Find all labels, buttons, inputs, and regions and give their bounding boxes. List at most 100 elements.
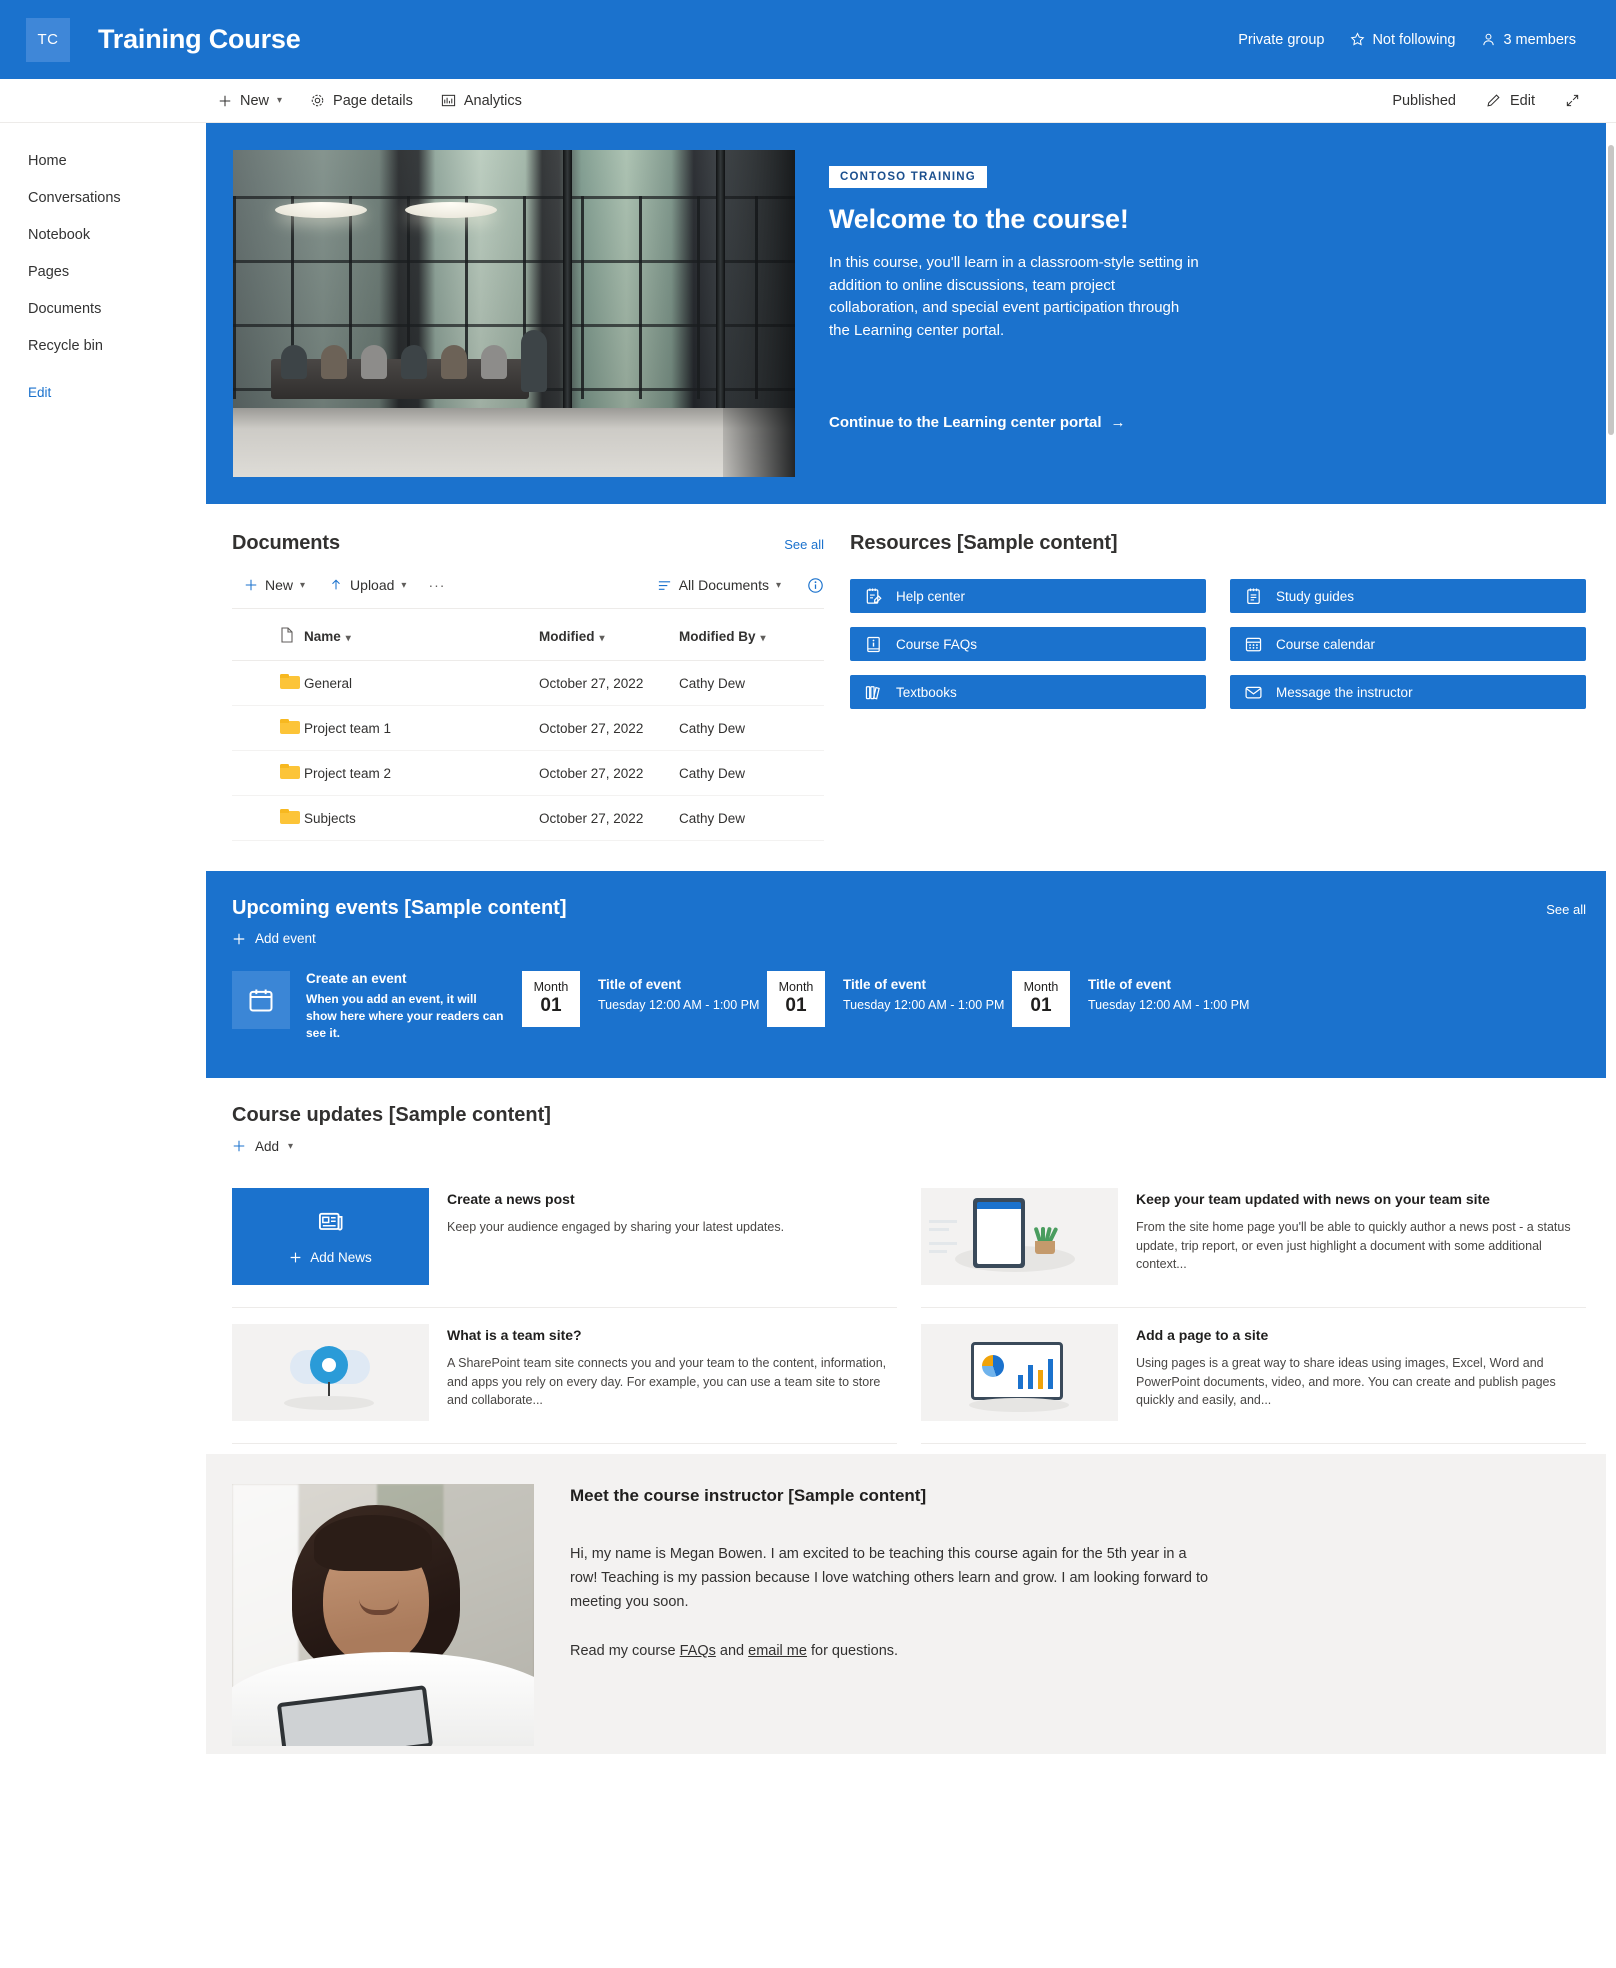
sidebar-item-recycle-bin[interactable]: Recycle bin [0,328,206,365]
news-card[interactable]: What is a team site? A SharePoint team s… [232,1308,897,1444]
resource-study-guides-button[interactable]: Study guides [1230,579,1586,613]
add-news-tile[interactable]: Add News [232,1188,429,1285]
event-card[interactable]: Month 01 Title of event Tuesday 12:00 AM… [767,970,1012,1027]
row-modified-by: Cathy Dew [679,795,824,841]
command-bar-left: New ▾ Page details Analytics [206,87,534,115]
events-see-all-link[interactable]: See all [1546,902,1586,917]
scrollbar-track[interactable] [1606,123,1616,1967]
table-row[interactable]: Subjects October 27, 2022 Cathy Dew [232,795,824,841]
site-logo[interactable]: TC [26,17,70,62]
faqs-link[interactable]: FAQs [680,1643,716,1659]
column-modified-by[interactable]: Modified By ▾ [679,613,824,661]
gear-icon [310,93,325,108]
row-folder-icon-cell [232,795,304,841]
documents-more-button[interactable]: ··· [418,577,455,593]
event-title: Title of event [843,976,927,992]
folder-icon [280,674,300,689]
resource-textbooks-button[interactable]: Textbooks [850,675,1206,709]
resource-message-instructor-button[interactable]: Message the instructor [1230,675,1586,709]
documents-see-all-link[interactable]: See all [784,537,824,552]
sidebar-item-documents[interactable]: Documents [0,291,206,328]
event-time: Tuesday 12:00 AM - 1:00 PM [1088,997,1250,1012]
event-title: Title of event [1088,976,1172,992]
sidebar-item-home[interactable]: Home [0,143,206,180]
info-icon[interactable] [807,577,824,594]
create-event-card[interactable]: Create an event When you add an event, i… [232,970,522,1042]
edit-button[interactable]: Edit [1474,87,1547,115]
folder-icon [280,764,300,779]
analytics-button[interactable]: Analytics [429,87,534,115]
new-button[interactable]: New ▾ [206,87,294,115]
add-event-button[interactable]: Add event [232,931,316,946]
instructor-footer-suffix: for questions. [806,1643,899,1659]
resource-label: Textbooks [896,684,957,700]
news-card[interactable]: Add News Create a news post Keep your au… [232,1172,897,1308]
header-right-group: Private group Not following 3 members [1238,32,1590,48]
site-header: TC Training Course Private group Not fol… [0,0,1616,79]
table-row[interactable]: Project team 1 October 27, 2022 Cathy De… [232,705,824,751]
documents-view-switcher[interactable]: All Documents ▾ [645,571,793,599]
calendar-placeholder-icon [232,970,290,1029]
documents-upload-button[interactable]: Upload ▾ [317,571,418,599]
chevron-down-icon: ▾ [277,95,283,106]
row-modified: October 27, 2022 [539,750,679,796]
event-month: Month [533,980,569,994]
table-row[interactable]: General October 27, 2022 Cathy Dew [232,660,824,706]
add-news-button[interactable]: Add News [289,1250,372,1265]
table-row[interactable]: Project team 2 October 27, 2022 Cathy De… [232,750,824,796]
row-modified: October 27, 2022 [539,660,679,706]
left-navigation: Home Conversations Notebook Pages Docume… [0,123,206,1967]
pencil-icon [1486,93,1501,108]
edit-label: Edit [1510,92,1535,109]
row-name[interactable]: Subjects [304,795,539,841]
event-time: Tuesday 12:00 AM - 1:00 PM [598,997,760,1012]
event-card[interactable]: Month 01 Title of event Tuesday 12:00 AM… [522,970,767,1027]
plus-icon [244,578,258,592]
hero-cta-link[interactable]: Continue to the Learning center portal → [829,414,1126,431]
resource-label: Help center [896,588,966,604]
event-card[interactable]: Month 01 Title of event Tuesday 12:00 AM… [1012,970,1257,1027]
news-card-description: A SharePoint team site connects you and … [447,1356,887,1407]
event-time: Tuesday 12:00 AM - 1:00 PM [843,997,1005,1012]
event-day: 01 [1030,995,1052,1016]
chevron-down-icon: ▾ [288,1140,294,1152]
column-name[interactable]: Name ▾ [304,613,539,661]
documents-new-button[interactable]: New ▾ [232,571,317,599]
news-thumbnail-tablet [921,1188,1118,1285]
sidebar-item-pages[interactable]: Pages [0,254,206,291]
books-icon [864,683,883,702]
news-add-button[interactable]: Add ▾ [232,1139,293,1154]
chevron-down-icon: ▾ [401,579,407,591]
sidebar-item-notebook[interactable]: Notebook [0,217,206,254]
hero-cta-label: Continue to the Learning center portal [829,414,1102,431]
chevron-down-icon: ▾ [300,579,306,591]
follow-button[interactable]: Not following [1350,32,1455,48]
resource-help-center-button[interactable]: Help center [850,579,1206,613]
sidebar-edit-link[interactable]: Edit [0,365,206,411]
row-name[interactable]: Project team 1 [304,705,539,751]
row-name[interactable]: General [304,660,539,706]
row-name[interactable]: Project team 2 [304,750,539,796]
resource-course-faqs-button[interactable]: Course FAQs [850,627,1206,661]
resource-course-calendar-button[interactable]: Course calendar [1230,627,1586,661]
column-file-type[interactable] [232,613,304,661]
privacy-text: Private group [1238,31,1325,48]
page-details-button[interactable]: Page details [298,87,425,115]
documents-upload-label: Upload [350,577,395,593]
documents-webpart: Documents See all New ▾ Upload ▾ ··· All… [232,532,824,841]
fullscreen-button[interactable] [1553,87,1592,114]
event-title: Title of event [598,976,682,992]
instructor-text: Meet the course instructor [Sample conte… [570,1484,1210,1754]
news-card[interactable]: Add a page to a site Using pages is a gr… [921,1308,1586,1444]
column-modified[interactable]: Modified ▾ [539,613,679,661]
news-card[interactable]: Keep your team updated with news on your… [921,1172,1586,1308]
documents-new-label: New [265,577,294,593]
news-body: What is a team site? A SharePoint team s… [447,1324,897,1421]
sidebar-item-conversations[interactable]: Conversations [0,180,206,217]
analytics-label: Analytics [463,92,522,109]
members-label: 3 members [1503,31,1576,48]
email-me-link[interactable]: email me [748,1643,807,1659]
add-event-label: Add event [255,931,316,946]
scrollbar-thumb[interactable] [1608,145,1614,435]
members-button[interactable]: 3 members [1481,32,1576,48]
